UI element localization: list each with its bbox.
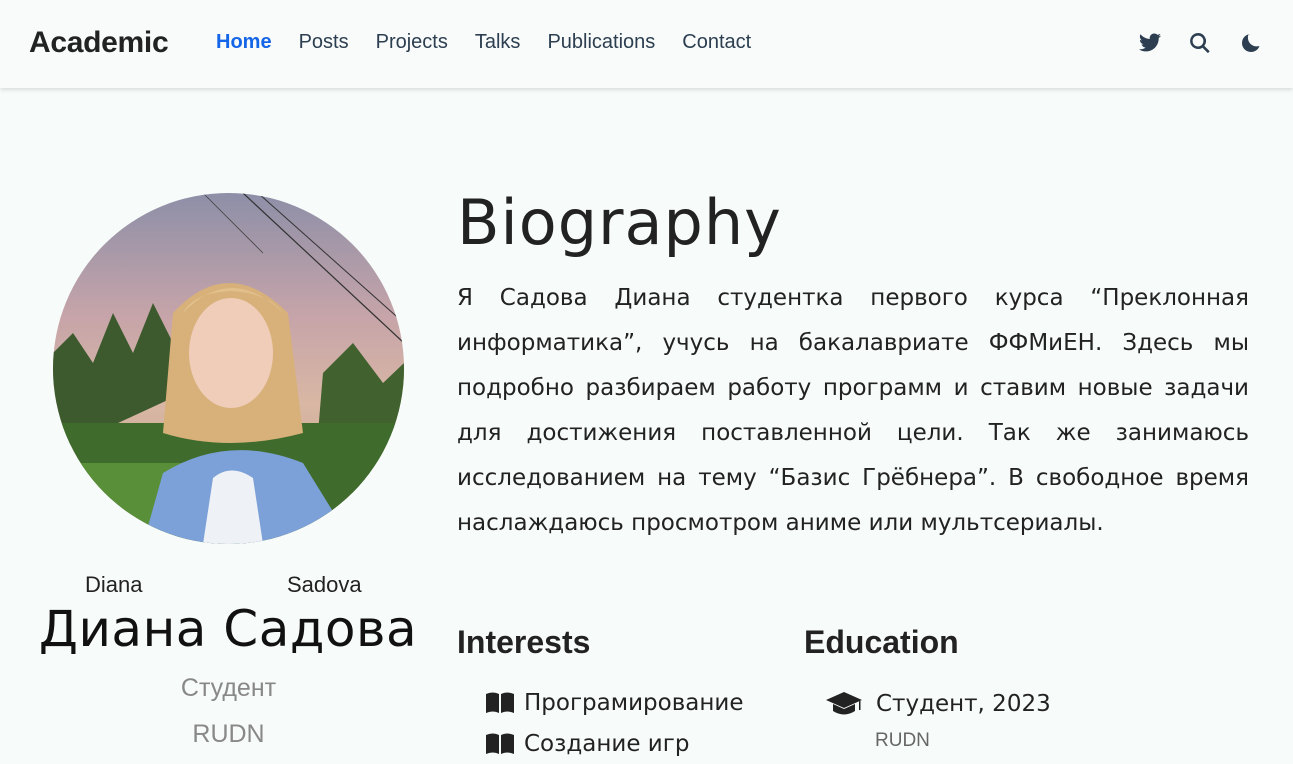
last-name: Sadova [287,572,362,597]
biography-text: Я Садова Диана студентка первого курса “… [457,285,1249,536]
education-title: Education [804,624,959,660]
book-icon [486,692,514,713]
nav-link-contact[interactable]: Contact [682,31,751,54]
education-item: Студент, 2023 [826,690,1051,718]
nav-link-projects[interactable]: Projects [376,31,448,54]
nav-link-publications[interactable]: Publications [547,31,655,54]
education-institution: RUDN [875,730,930,751]
navbar: Academic Home Posts Projects Talks Publi… [0,0,1293,88]
twitter-icon[interactable] [1137,30,1163,56]
site-brand[interactable]: Academic [29,26,169,60]
avatar [53,193,404,544]
nav-link-talks[interactable]: Talks [475,31,521,54]
nav-icons [1113,30,1263,56]
interest-label: Програмирование [524,690,744,716]
profile-role: Студент [180,674,277,702]
education-degree: Студент, 2023 [876,691,1051,717]
nav-link-posts[interactable]: Posts [299,31,349,54]
biography-title: Biography [457,186,782,259]
book-icon [486,733,514,754]
search-icon[interactable] [1187,30,1213,56]
profile-organization: RUDN [192,720,265,748]
nav-links: Home Posts Projects Talks Publications C… [216,31,778,54]
interest-item: Програмирование [486,690,744,716]
interests-title: Interests [457,624,591,660]
full-name: Диана Садова [38,600,418,658]
graduation-cap-icon [826,692,862,715]
first-name: Diana [85,572,143,597]
nav-link-home[interactable]: Home [216,31,272,54]
moon-icon[interactable] [1237,30,1263,56]
interest-item: Создание игр [486,731,689,757]
interest-label: Создание игр [524,731,690,757]
